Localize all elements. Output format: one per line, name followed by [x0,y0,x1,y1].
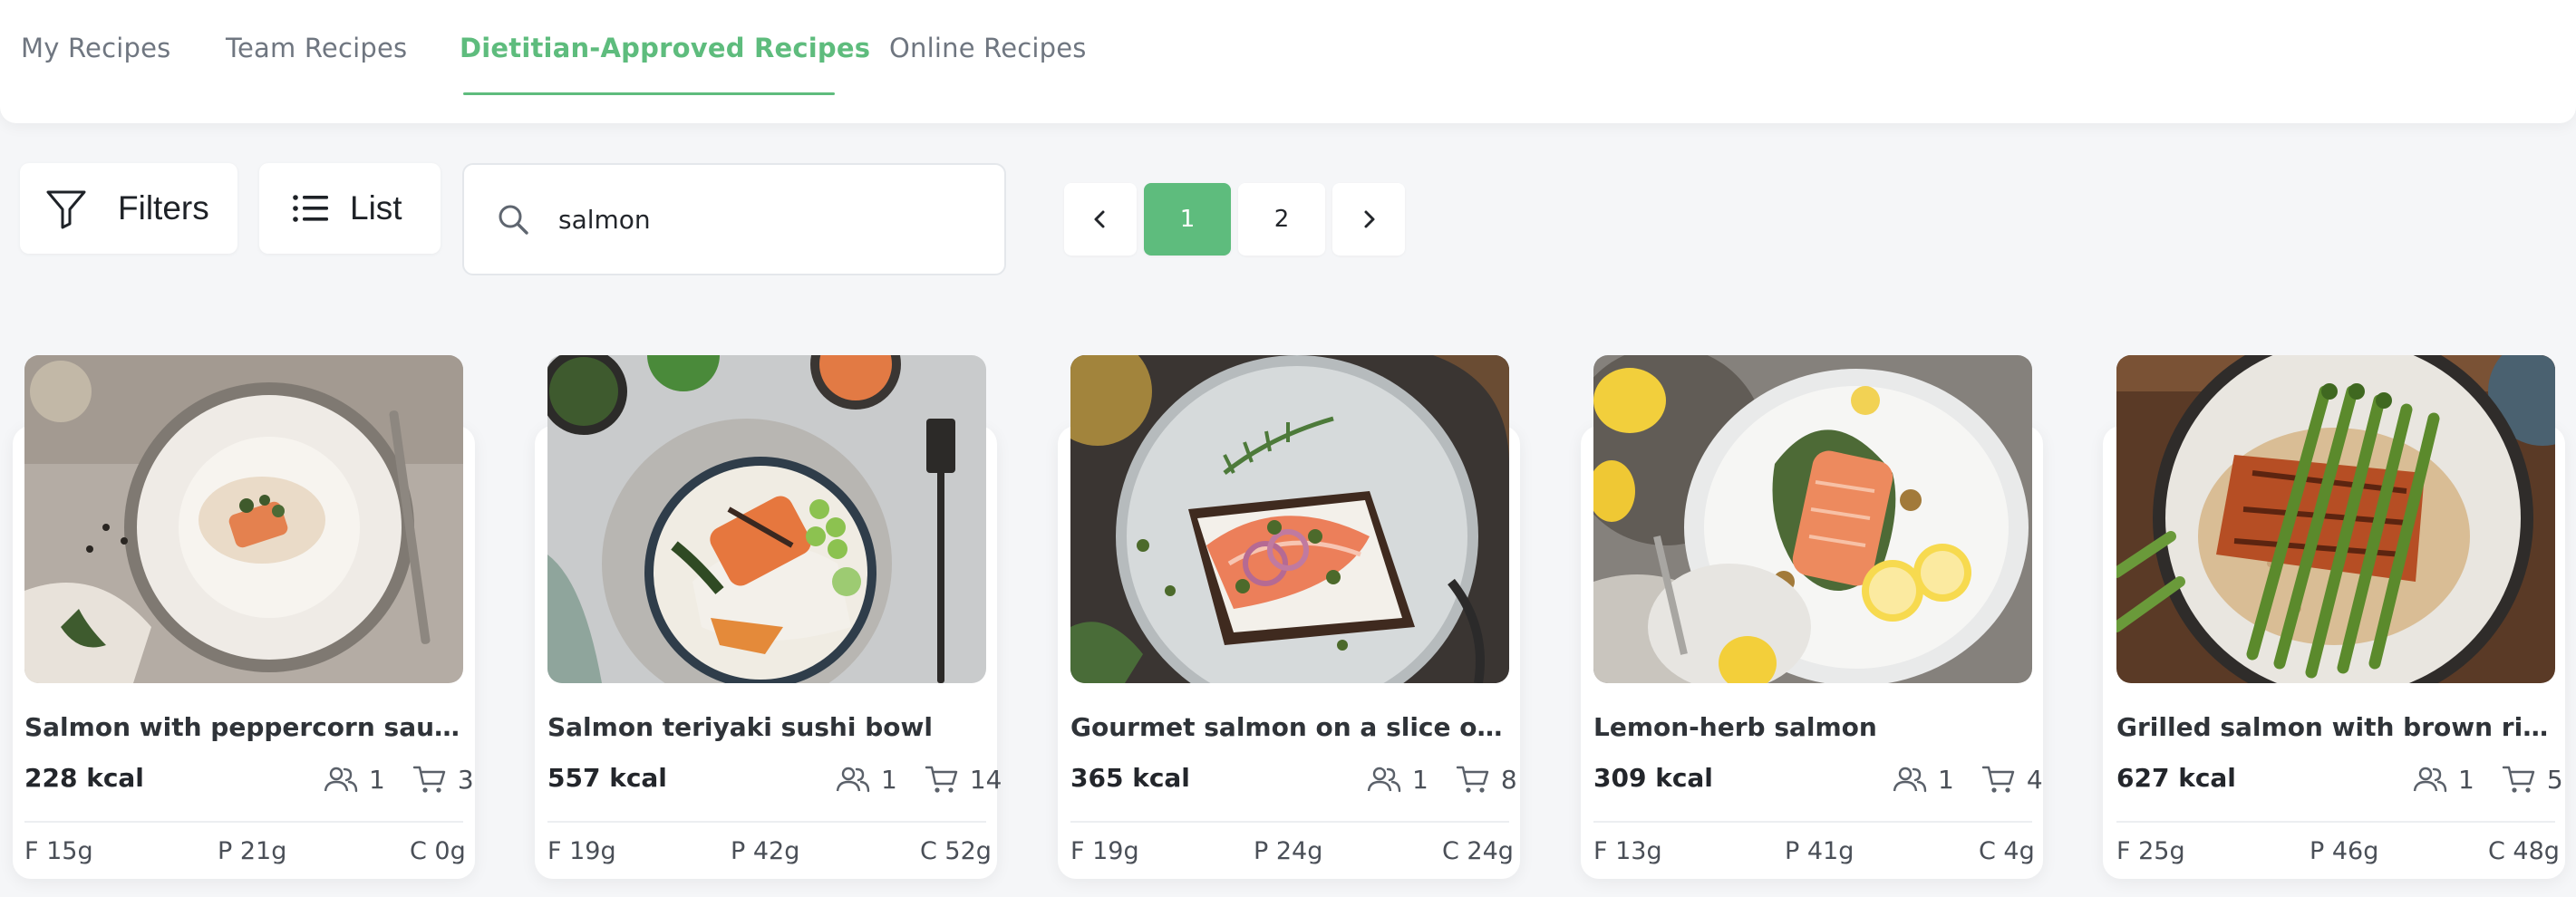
chevron-left-icon [1089,207,1112,231]
macro-protein: P 41g [1785,837,1855,865]
chevron-right-icon [1357,207,1380,231]
tab-bar: My Recipes Team Recipes Dietitian-Approv… [0,0,2576,123]
recipe-kcal: 365 kcal [1070,763,1190,793]
recipe-title[interactable]: Salmon with peppercorn sauce [24,712,463,742]
recipe-kcal: 228 kcal [24,763,144,793]
macro-protein: P 21g [218,837,287,865]
pagination-page-1[interactable]: 1 [1144,183,1231,256]
recipe-title[interactable]: Lemon-herb salmon [1593,712,2032,742]
cart-count: 8 [1500,764,1517,795]
macro-protein: P 24g [1254,837,1323,865]
users-icon [1365,763,1403,796]
cart-icon [923,763,961,796]
users-icon [322,763,360,796]
recipe-image[interactable] [1593,355,2032,683]
cart-icon [2500,763,2538,796]
macro-fat: F 19g [1070,837,1139,865]
filters-button[interactable]: Filters [20,163,237,254]
search-input[interactable] [558,204,939,235]
recipe-kcal: 557 kcal [547,763,667,793]
card-divider [1593,821,2032,823]
recipe-meta: 1 5 [2411,763,2563,796]
servings-count: 1 [881,764,897,795]
list-view-button[interactable]: List [259,163,441,254]
cart-count: 14 [969,764,1002,795]
tab-my-recipes[interactable]: My Recipes [21,33,170,63]
recipe-meta: 1 8 [1365,763,1517,796]
card-divider [1070,821,1509,823]
recipe-image[interactable] [24,355,463,683]
tab-online-recipes[interactable]: Online Recipes [889,33,1087,63]
pagination-next-button[interactable] [1332,183,1405,256]
macro-fat: F 15g [24,837,93,865]
recipe-kcal: 627 kcal [2116,763,2236,793]
recipe-image[interactable] [2116,355,2555,683]
macro-fat: F 25g [2116,837,2185,865]
cart-icon [1454,763,1492,796]
card-divider [2116,821,2555,823]
macro-carbs: C 48g [2488,837,2560,865]
filters-label: Filters [118,189,209,227]
recipe-meta: 1 14 [834,763,1002,796]
cart-count: 3 [457,764,474,795]
pagination-prev-button[interactable] [1064,183,1137,256]
macro-carbs: C 24g [1442,837,1514,865]
list-icon [292,189,330,227]
recipe-title[interactable]: Salmon teriyaki sushi bowl [547,712,986,742]
servings-count: 1 [2458,764,2474,795]
cart-count: 5 [2546,764,2563,795]
macro-protein: P 42g [731,837,800,865]
pagination-page-2[interactable]: 2 [1238,183,1325,256]
list-label: List [350,189,402,227]
recipe-meta: 1 3 [322,763,474,796]
users-icon [2411,763,2449,796]
cart-icon [411,763,449,796]
recipe-image[interactable] [547,355,986,683]
macro-carbs: C 52g [920,837,992,865]
servings-count: 1 [369,764,385,795]
recipe-title[interactable]: Grilled salmon with brown rice a… [2116,712,2555,742]
card-divider [547,821,986,823]
cart-count: 4 [2026,764,2043,795]
tab-dietitian-approved-recipes[interactable]: Dietitian-Approved Recipes [460,33,870,63]
recipe-kcal: 309 kcal [1593,763,1713,793]
recipe-title[interactable]: Gourmet salmon on a slice of so… [1070,712,1509,742]
recipe-meta: 1 4 [1891,763,2043,796]
users-icon [834,763,872,796]
macro-fat: F 19g [547,837,616,865]
filter-icon [44,186,89,231]
cart-icon [1980,763,2018,796]
search-box [462,163,1006,275]
users-icon [1891,763,1929,796]
search-icon [489,196,537,243]
servings-count: 1 [1938,764,1954,795]
macro-carbs: C 0g [410,837,466,865]
recipe-image[interactable] [1070,355,1509,683]
tab-team-recipes[interactable]: Team Recipes [226,33,407,63]
macro-fat: F 13g [1593,837,1662,865]
servings-count: 1 [1412,764,1428,795]
macro-protein: P 46g [2310,837,2379,865]
active-tab-indicator [463,92,835,95]
macro-carbs: C 4g [1979,837,2035,865]
card-divider [24,821,463,823]
